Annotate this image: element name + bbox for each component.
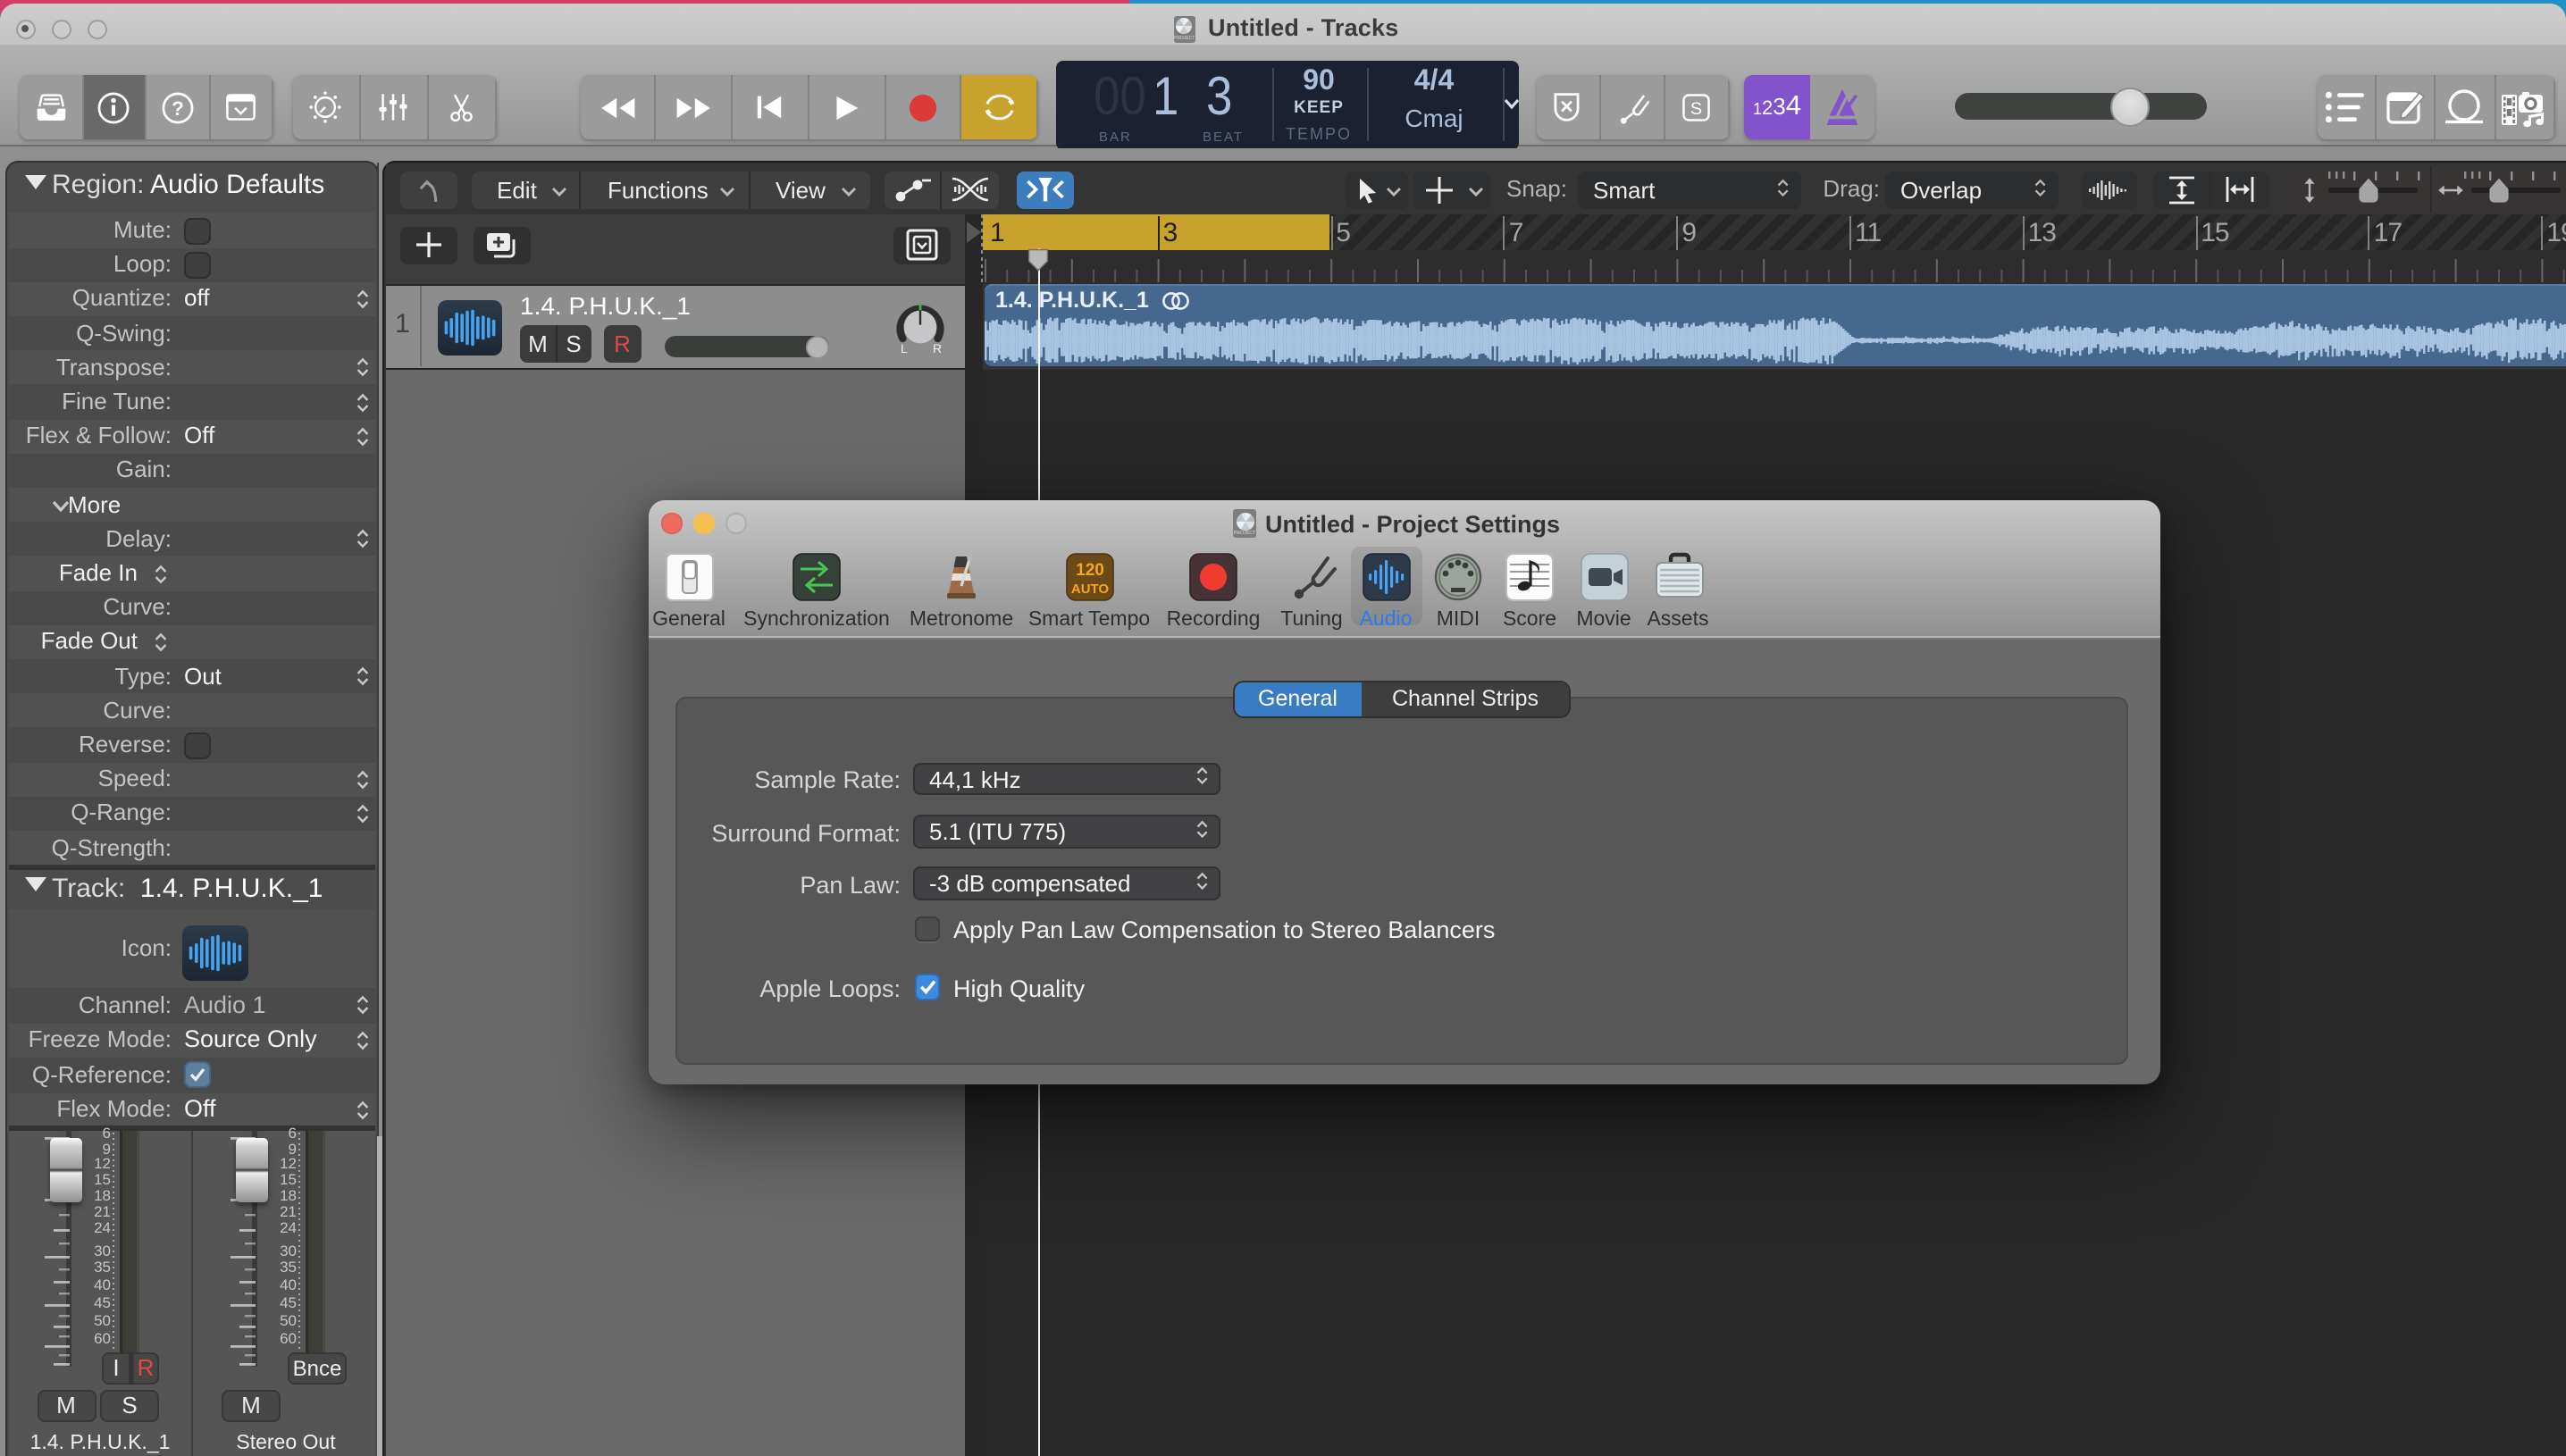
svg-text:AUTO: AUTO <box>1070 582 1109 597</box>
svg-text:120: 120 <box>1075 561 1103 580</box>
svg-text:R: R <box>933 341 942 356</box>
svg-text:L: L <box>901 341 908 356</box>
svg-text:S: S <box>1690 98 1702 118</box>
svg-text:?: ? <box>172 96 184 119</box>
